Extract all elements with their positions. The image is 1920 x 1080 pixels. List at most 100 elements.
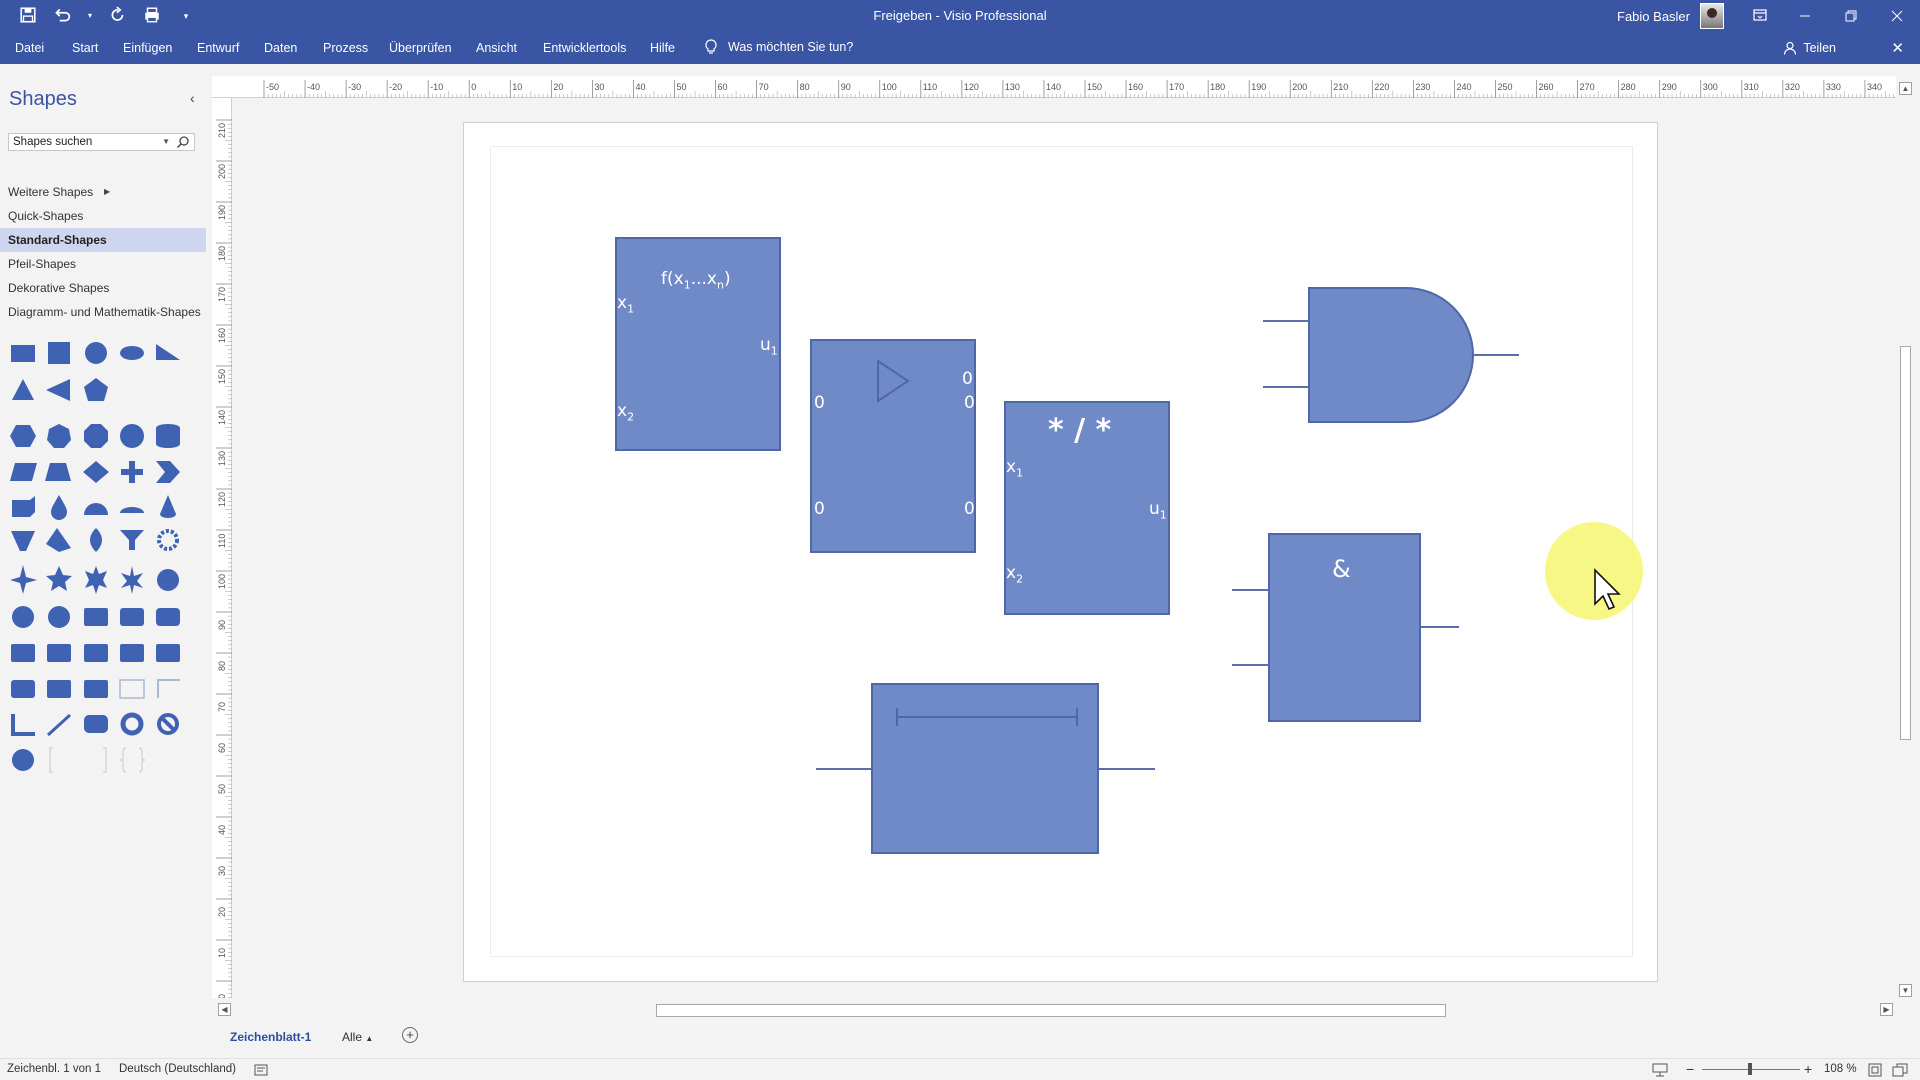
frame-shape-4-icon[interactable] — [120, 644, 144, 662]
trapezoid-shape-icon[interactable] — [45, 463, 71, 481]
left-triangle-shape-icon[interactable] — [46, 379, 70, 401]
scroll-right-icon[interactable]: ▶ — [1880, 1003, 1893, 1016]
print-icon[interactable] — [142, 6, 162, 26]
save-icon[interactable] — [18, 6, 38, 26]
presentation-mode-icon[interactable] — [1652, 1063, 1668, 1077]
undo-dropdown-icon[interactable]: ▾ — [86, 6, 94, 26]
heptagon-shape-icon[interactable] — [47, 424, 71, 448]
restore-icon[interactable] — [1828, 0, 1874, 32]
delay-block-shape[interactable] — [871, 683, 1099, 854]
stencil-diagramm-mathematik-shapes[interactable]: Diagramm- und Mathematik-Shapes — [0, 300, 206, 324]
stencil-standard-shapes[interactable]: Standard-Shapes — [0, 228, 206, 252]
zoom-slider-knob[interactable] — [1748, 1063, 1752, 1075]
search-dropdown-icon[interactable]: ▼ — [162, 137, 170, 146]
stencil-dekorative-shapes[interactable]: Dekorative Shapes — [0, 276, 206, 300]
no-symbol-shape-icon[interactable] — [157, 713, 179, 735]
redo-icon[interactable] — [108, 6, 128, 26]
gear-shape-icon[interactable] — [157, 529, 179, 551]
zoom-level[interactable]: 108 % — [1824, 1063, 1857, 1075]
multiply-divide-block-shape[interactable]: * / * x1 u1 x2 — [1004, 401, 1170, 615]
parallelogram-shape-icon[interactable] — [10, 463, 37, 481]
function-block-shape[interactable]: f(x1...xn) x1 u1 x2 — [615, 237, 781, 451]
dot-shape-icon[interactable] — [12, 749, 34, 771]
tab-entwicklertools[interactable]: Entwicklertools — [543, 41, 626, 55]
scroll-down-icon[interactable]: ▼ — [1899, 984, 1912, 997]
rounded-square-shape-icon[interactable] — [84, 715, 108, 733]
stencil-weitere-shapes[interactable]: Weitere Shapes ▶ — [0, 180, 206, 204]
macro-record-icon[interactable] — [254, 1064, 268, 1076]
shapes-search[interactable]: ▼ — [8, 133, 195, 151]
right-triangle-shape-icon[interactable] — [156, 344, 180, 360]
ellipse-shape-icon[interactable] — [120, 346, 144, 360]
star6-shape-icon[interactable] — [85, 566, 107, 594]
share-button[interactable]: Teilen — [1783, 41, 1836, 55]
teardrop-shape-icon[interactable] — [51, 495, 67, 520]
left-brace-shape-icon[interactable] — [119, 747, 127, 773]
language-indicator[interactable]: Deutsch (Deutschland) — [119, 1063, 236, 1075]
avatar[interactable] — [1700, 3, 1724, 29]
diamond-shape-icon[interactable] — [83, 461, 109, 483]
stencil-quick-shapes[interactable]: Quick-Shapes — [0, 204, 206, 228]
rect-shape-8-icon[interactable] — [84, 680, 108, 698]
circle-shape-icon[interactable] — [85, 342, 107, 364]
search-icon[interactable] — [176, 135, 190, 149]
star5-shape-icon[interactable] — [46, 566, 72, 591]
vertical-scroll-thumb[interactable] — [1900, 346, 1911, 740]
fit-page-icon[interactable] — [1868, 1063, 1882, 1077]
delay-output-connector[interactable] — [1099, 768, 1155, 770]
undo-icon[interactable] — [52, 6, 72, 26]
tab-entwurf[interactable]: Entwurf — [197, 41, 239, 55]
star-burst-shape-icon[interactable] — [157, 569, 179, 591]
horizontal-scrollbar[interactable]: ◀ ▶ — [216, 1002, 1896, 1018]
decagon-shape-icon[interactable] — [120, 424, 144, 448]
minimize-icon[interactable] — [1782, 0, 1828, 32]
can-shape-icon[interactable] — [156, 424, 180, 448]
tell-me-search[interactable]: Was möchten Sie tun? — [704, 39, 853, 55]
drawing-canvas[interactable]: f(x1...xn) x1 u1 x2 0 0 0 0 0 * / * x1 u… — [233, 98, 1897, 998]
vertical-scrollbar[interactable]: ▲ ▼ — [1897, 82, 1914, 1000]
customize-toolbar-icon[interactable]: ▾ — [176, 6, 196, 26]
rect-shape-6-icon[interactable] — [11, 680, 35, 698]
rect-shape-7-icon[interactable] — [47, 680, 71, 698]
frame-shape-5-icon[interactable] — [156, 644, 180, 662]
line-shape-icon[interactable] — [46, 713, 72, 737]
left-bracket-shape-icon[interactable] — [49, 747, 53, 773]
seal-shape-icon[interactable] — [12, 606, 34, 628]
amplifier-block-shape[interactable]: 0 0 0 0 0 — [810, 339, 976, 553]
and-gate-shape[interactable] — [1253, 286, 1533, 436]
tab-daten[interactable]: Daten — [264, 41, 297, 55]
shapes-search-input[interactable] — [13, 136, 153, 148]
all-sheets-button[interactable]: Alle ▲ — [342, 1030, 373, 1044]
close-window-icon[interactable] — [1874, 0, 1920, 32]
corner-shape-icon[interactable] — [157, 679, 180, 698]
and-block-input-1[interactable] — [1232, 589, 1270, 591]
delay-input-connector[interactable] — [816, 768, 872, 770]
scroll-left-icon[interactable]: ◀ — [218, 1003, 231, 1016]
flat-half-circle-shape-icon[interactable] — [120, 507, 144, 513]
close-ribbon-icon[interactable]: ✕ — [1891, 39, 1904, 57]
tab-einfuegen[interactable]: Einfügen — [123, 41, 172, 55]
cross-shape-icon[interactable] — [121, 461, 143, 483]
ring-shape-icon[interactable] — [120, 712, 144, 736]
rounded-rect-shape-icon[interactable] — [84, 608, 108, 626]
stencil-pfeil-shapes[interactable]: Pfeil-Shapes — [0, 252, 206, 276]
square-shape-icon[interactable] — [48, 342, 70, 364]
and-block-output[interactable] — [1421, 626, 1459, 628]
hexagon-shape-icon[interactable] — [10, 425, 36, 447]
pyramid-shape-icon[interactable] — [46, 528, 71, 552]
tab-ueberpruefen[interactable]: Überprüfen — [389, 41, 452, 55]
tab-prozess[interactable]: Prozess — [323, 41, 368, 55]
page-indicator[interactable]: Zeichenbl. 1 von 1 — [7, 1063, 101, 1075]
circle-seal-shape-icon[interactable] — [48, 606, 70, 628]
half-circle-shape-icon[interactable] — [84, 503, 108, 515]
tab-hilfe[interactable]: Hilfe — [650, 41, 675, 55]
horizontal-scroll-thumb[interactable] — [656, 1004, 1446, 1017]
leaf-shape-icon[interactable] — [90, 528, 102, 552]
funnel-shape-icon[interactable] — [11, 531, 35, 551]
frame-shape-2-icon[interactable] — [47, 644, 71, 662]
frame-shape-1-icon[interactable] — [11, 644, 35, 662]
and-block-shape[interactable]: & — [1268, 533, 1421, 722]
switch-windows-icon[interactable] — [1892, 1063, 1908, 1077]
tab-ansicht[interactable]: Ansicht — [476, 41, 517, 55]
scroll-up-icon[interactable]: ▲ — [1899, 82, 1912, 95]
